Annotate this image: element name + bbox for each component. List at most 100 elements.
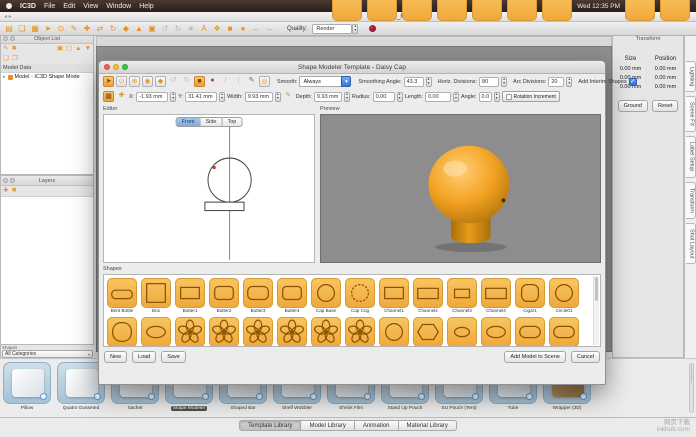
node-tool-icon[interactable]: ◉ (142, 76, 153, 87)
x-stepper[interactable]: ▲▼ (170, 92, 176, 102)
light-tool-icon[interactable]: ▲ (134, 24, 144, 34)
add-object-icon[interactable]: ✚ (82, 24, 92, 34)
preview-3d-viewport[interactable] (320, 114, 601, 263)
paint-tool-icon[interactable]: ✎ (69, 24, 79, 34)
shape-circle01[interactable]: Circle01 (549, 278, 579, 315)
shape-butter2[interactable]: Butter2 (209, 278, 239, 315)
width-stepper[interactable]: ▲▼ (275, 92, 281, 102)
tree-twisty-icon[interactable]: ▸ (3, 74, 6, 80)
shape-butter1[interactable]: Butter1 (175, 278, 205, 315)
undo-icon[interactable]: ↺ (168, 76, 179, 87)
shape-row2-item-9[interactable] (379, 317, 409, 347)
menu-edit[interactable]: Edit (63, 3, 75, 10)
ungroup-icon[interactable]: ▢ (66, 45, 72, 53)
width-field[interactable]: 9.93 mm (245, 92, 273, 102)
group-icon[interactable]: ▣ (57, 45, 63, 53)
wifi-icon[interactable]: ◆ (507, 0, 537, 21)
shape-row2-item-3[interactable] (175, 317, 205, 347)
new-document-icon[interactable]: ▤ (4, 24, 14, 34)
shape-box[interactable]: Box (141, 278, 171, 315)
editor-tab-top[interactable]: Top (222, 117, 242, 127)
apple-menu-icon[interactable] (6, 3, 12, 9)
y-field[interactable]: 31.41 mm (185, 92, 217, 102)
save-icon[interactable]: ▦ (30, 24, 40, 34)
tab-model-library[interactable]: Model Library (301, 420, 354, 431)
new-button[interactable]: New (104, 351, 127, 363)
app-status-icon-3[interactable]: ◉ (402, 0, 432, 21)
shape-butter4[interactable]: Butter4 (277, 278, 307, 315)
draw-tool-icon[interactable]: ✎ (246, 76, 257, 87)
app-status-icon-2[interactable]: ▣ (367, 0, 397, 21)
profile-editor-canvas[interactable]: FrontSideTop (103, 114, 315, 263)
import-icon[interactable]: ■ (225, 24, 235, 34)
shape-channel2[interactable]: Channel2 (413, 278, 443, 315)
app-status-icon-1[interactable]: ◍ (332, 0, 362, 21)
side-tab-transform[interactable]: Transform (686, 182, 696, 219)
ground-button[interactable]: Ground (618, 100, 648, 112)
shape-row2-item-1[interactable] (107, 317, 137, 347)
undo-icon[interactable]: ↺ (160, 24, 170, 34)
smooth-point-tool-icon[interactable]: ◎ (259, 76, 270, 87)
side-tab-label-setup[interactable]: Label Setup (686, 136, 696, 177)
depth-stepper[interactable]: ▲▼ (344, 92, 350, 102)
pencil-icon[interactable]: ✎ (283, 91, 294, 102)
x-field[interactable]: -1.93 mm (136, 92, 168, 102)
camera-tool-icon[interactable]: ▣ (147, 24, 157, 34)
nav-arrows[interactable]: ◂ ▸ (4, 13, 12, 20)
hand-tool-icon[interactable]: ❖ (212, 24, 222, 34)
battery-icon[interactable]: ▮ (542, 0, 572, 21)
redo-icon[interactable]: ↻ (181, 76, 192, 87)
delete-point-icon[interactable]: ● (207, 76, 218, 87)
forward-icon[interactable]: → (264, 24, 274, 34)
shape-row2-item-13[interactable] (515, 317, 545, 347)
cancel-button[interactable]: Cancel (571, 351, 600, 363)
text-tool-icon[interactable]: A (199, 24, 209, 34)
new-folder-icon[interactable]: ❏ (3, 55, 9, 63)
swatch-icon[interactable]: ■ (194, 76, 205, 87)
rotation-increment-checkbox[interactable] (506, 94, 512, 100)
spotlight-search-icon[interactable]: ⊙ (625, 0, 655, 21)
select-point-tool-icon[interactable]: ➤ (103, 76, 114, 87)
shape-cigar1[interactable]: Cigar1 (515, 278, 545, 315)
strip-scrollbar[interactable] (689, 363, 694, 413)
length-stepper[interactable]: ▲▼ (453, 92, 459, 102)
horiz-divisions-field[interactable]: 80 (479, 77, 499, 87)
y-stepper[interactable]: ▲▼ (219, 92, 225, 102)
curve-tool-icon[interactable]: ( (233, 76, 244, 87)
radius-field[interactable]: 0.00 (373, 92, 395, 102)
shape-row2-item-7[interactable] (311, 317, 341, 347)
load-button[interactable]: Load (132, 351, 156, 363)
side-tab-shot-layout[interactable]: Shot Layout (686, 223, 696, 264)
shape-channel3[interactable]: Channel3 (447, 278, 477, 315)
chevron-down-icon[interactable]: ▼ (341, 76, 351, 87)
down-icon[interactable]: ▼ (85, 45, 91, 53)
menu-clock[interactable]: Wed 12:35 PM (577, 3, 620, 10)
delete-object-icon[interactable]: ✖ (11, 45, 16, 53)
add-layer-icon[interactable]: ✚ (3, 187, 8, 195)
rotate-view-icon[interactable]: ↻ (108, 24, 118, 34)
editor-tab-front[interactable]: Front (176, 117, 201, 127)
category-select[interactable]: All Categories▾ (2, 350, 93, 358)
menu-app[interactable]: IC3D (20, 3, 36, 10)
editor-tab-side[interactable]: Side (200, 117, 222, 127)
edit-object-icon[interactable]: ✎ (3, 45, 8, 53)
remove-layer-icon[interactable]: ✖ (11, 187, 16, 195)
add-interim-checkbox[interactable]: ✓ (629, 78, 637, 86)
smoothing-angle-field[interactable]: 43.3 (404, 77, 424, 87)
line-tool-icon[interactable]: / (220, 76, 231, 87)
redo-icon[interactable]: ↻ (173, 24, 183, 34)
arc-divisions-stepper[interactable]: ▲▼ (566, 77, 572, 87)
open-folder-icon[interactable]: ❏ (17, 24, 27, 34)
shape-row2-item-10[interactable] (413, 317, 443, 347)
arc-divisions-field[interactable]: 20 (548, 77, 564, 87)
tree-item-model[interactable]: ▸ Model - IC3D Shape Mode (1, 73, 93, 81)
angle-stepper[interactable]: ▲▼ (494, 92, 500, 102)
rotation-increment-button[interactable]: Rotation Increment (502, 91, 560, 102)
shape-row2-item-4[interactable] (209, 317, 239, 347)
quality-stepper[interactable]: ▲▼ (352, 24, 358, 34)
swap-view-icon[interactable]: ⇄ (95, 24, 105, 34)
add-model-to-scene-button[interactable]: Add Model to Scene (504, 351, 566, 363)
shape-bent-bottle[interactable]: Bent Bottle (107, 278, 137, 315)
snapshot-icon[interactable]: ★ (186, 24, 196, 34)
export-icon[interactable]: ● (238, 24, 248, 34)
